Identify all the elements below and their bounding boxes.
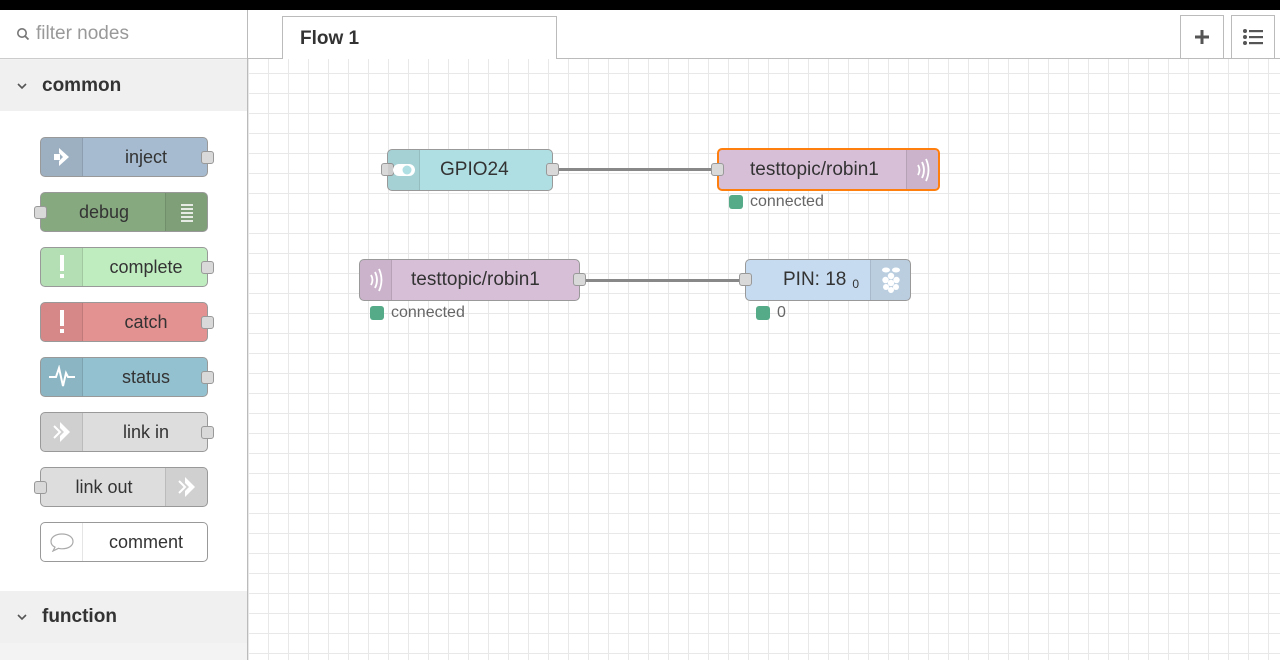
exclamation-icon bbox=[41, 303, 83, 341]
node-label: inject bbox=[124, 146, 168, 167]
flow-node-gpio-in[interactable]: GPIO24 bbox=[381, 149, 559, 191]
palette-filter bbox=[0, 10, 247, 59]
flow-canvas[interactable]: GPIO24 testtopic/robin1 connected testto… bbox=[248, 59, 1280, 660]
toggle-icon bbox=[388, 150, 420, 190]
inject-icon bbox=[41, 138, 83, 176]
status-dot bbox=[756, 306, 770, 320]
node-palette: common inject debug complete bbox=[0, 10, 248, 660]
node-label: link out bbox=[75, 476, 133, 497]
palette-node-status[interactable]: status bbox=[40, 357, 214, 397]
list-icon bbox=[1243, 29, 1263, 45]
node-label: testtopic/robin1 bbox=[750, 158, 879, 180]
filter-nodes-input[interactable] bbox=[36, 23, 236, 45]
node-label: status bbox=[121, 366, 171, 387]
palette-node-inject[interactable]: inject bbox=[40, 137, 214, 177]
status-dot bbox=[729, 195, 743, 209]
link-out-icon bbox=[165, 468, 207, 506]
plus-icon bbox=[1195, 30, 1209, 44]
status-text: connected bbox=[391, 304, 465, 321]
add-flow-button[interactable] bbox=[1180, 15, 1224, 59]
flow-node-gpio-out[interactable]: PIN: 18 0 bbox=[739, 259, 911, 301]
node-label: comment bbox=[108, 531, 184, 552]
output-port[interactable] bbox=[546, 163, 559, 176]
palette-node-comment[interactable]: comment bbox=[40, 522, 208, 562]
category-function-header[interactable]: function bbox=[0, 591, 247, 643]
link-in-icon bbox=[41, 413, 83, 451]
top-bar bbox=[0, 0, 1280, 10]
node-label: complete bbox=[109, 256, 183, 277]
tab-label: Flow 1 bbox=[300, 27, 360, 49]
output-port[interactable] bbox=[573, 273, 586, 286]
debug-list-icon bbox=[165, 193, 207, 231]
node-label: catch bbox=[124, 311, 168, 332]
category-common-header[interactable]: common bbox=[0, 60, 247, 112]
comment-icon bbox=[41, 523, 83, 561]
palette-node-debug[interactable]: debug bbox=[34, 192, 208, 232]
mqtt-signal-icon bbox=[906, 150, 938, 189]
node-label: GPIO24 bbox=[440, 159, 509, 180]
wire[interactable] bbox=[580, 279, 746, 282]
input-port[interactable] bbox=[739, 273, 752, 286]
node-label: PIN: 18 bbox=[783, 269, 847, 290]
palette-node-catch[interactable]: catch bbox=[40, 302, 214, 342]
chevron-down-icon bbox=[17, 83, 27, 90]
wire[interactable] bbox=[552, 168, 718, 171]
status-dot bbox=[370, 306, 384, 320]
node-label-wrap: PIN: 18 0 bbox=[783, 260, 859, 300]
node-label: debug bbox=[78, 201, 130, 222]
palette-node-link-out[interactable]: link out bbox=[34, 467, 208, 507]
exclamation-icon bbox=[41, 248, 83, 286]
output-port[interactable] bbox=[201, 426, 214, 439]
status-text: 0 bbox=[777, 304, 786, 321]
tab-flow-1[interactable]: Flow 1 bbox=[282, 16, 557, 60]
output-port[interactable] bbox=[201, 261, 214, 274]
palette-node-complete[interactable]: complete bbox=[40, 247, 214, 287]
node-status: connected bbox=[729, 193, 824, 211]
pulse-icon bbox=[41, 358, 83, 396]
output-port[interactable] bbox=[201, 371, 214, 384]
flow-node-mqtt-in[interactable]: testtopic/robin1 bbox=[359, 259, 586, 301]
node-label: link in bbox=[122, 421, 170, 442]
category-label: common bbox=[42, 75, 122, 96]
node-status: 0 bbox=[756, 304, 786, 322]
palette-node-link-in[interactable]: link in bbox=[40, 412, 214, 452]
input-port[interactable] bbox=[711, 163, 724, 176]
output-port[interactable] bbox=[201, 151, 214, 164]
category-common-nodes: inject debug complete catch status link … bbox=[0, 111, 247, 591]
mqtt-signal-icon bbox=[360, 260, 392, 300]
node-status: connected bbox=[370, 304, 465, 322]
search-icon bbox=[17, 28, 30, 41]
workspace-tabs: Flow 1 bbox=[248, 10, 1280, 60]
flow-node-mqtt-out[interactable]: testtopic/robin1 bbox=[711, 148, 940, 191]
status-text: connected bbox=[750, 193, 824, 210]
category-label: function bbox=[42, 606, 117, 627]
node-label-sub: 0 bbox=[852, 277, 860, 291]
chevron-down-icon bbox=[17, 614, 27, 621]
output-port[interactable] bbox=[201, 316, 214, 329]
flow-list-button[interactable] bbox=[1231, 15, 1275, 59]
raspberry-pi-icon bbox=[870, 260, 910, 300]
node-label: testtopic/robin1 bbox=[411, 269, 540, 290]
